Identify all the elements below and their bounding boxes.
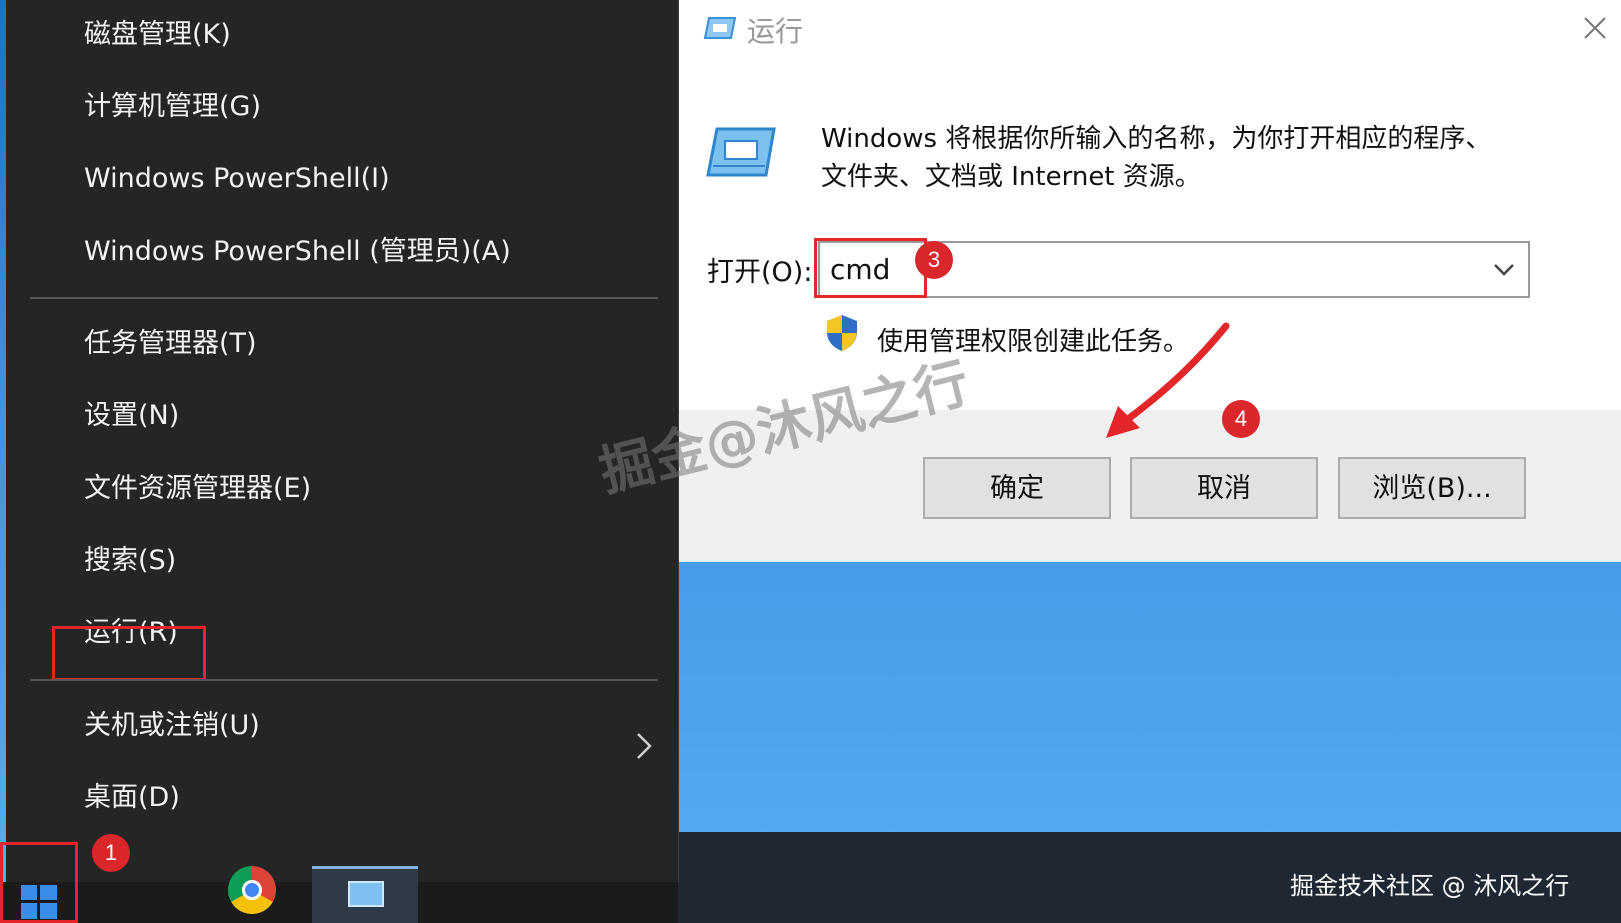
run-highlight-box bbox=[52, 626, 206, 681]
chevron-down-icon[interactable] bbox=[1492, 261, 1516, 277]
menu-separator bbox=[30, 297, 658, 299]
menu-item-label: 搜索(S) bbox=[84, 545, 177, 576]
ok-button[interactable]: 确定 bbox=[923, 457, 1111, 519]
menu-item-label: Windows PowerShell (管理员)(A) bbox=[84, 236, 511, 267]
menu-item-label: Windows PowerShell(I) bbox=[84, 163, 390, 194]
menu-item-desktop[interactable]: 桌面(D) bbox=[6, 768, 678, 828]
step-badge-4: 4 bbox=[1222, 400, 1260, 438]
menu-item-label: 文件资源管理器(E) bbox=[84, 473, 312, 504]
shield-icon bbox=[827, 315, 857, 351]
run-app-icon bbox=[703, 17, 737, 39]
annotation-arrow bbox=[1106, 322, 1230, 438]
menu-item-label: 设置(N) bbox=[84, 400, 180, 431]
menu-item-label: 桌面(D) bbox=[84, 782, 180, 813]
menu-item-computer-management[interactable]: 计算机管理(G) bbox=[6, 77, 678, 137]
menu-item-settings[interactable]: 设置(N) bbox=[6, 386, 678, 446]
dialog-description: Windows 将根据你所输入的名称，为你打开相应的程序、 bbox=[821, 124, 1492, 154]
cmd-highlight-box bbox=[814, 238, 927, 298]
menu-item-file-explorer[interactable]: 文件资源管理器(E) bbox=[6, 459, 678, 519]
menu-item-search[interactable]: 搜索(S) bbox=[6, 531, 678, 591]
chevron-right-icon bbox=[637, 733, 652, 759]
winx-menu: 磁盘管理(K) 计算机管理(G) Windows PowerShell(I) W… bbox=[6, 0, 679, 882]
menu-item-powershell-admin[interactable]: Windows PowerShell (管理员)(A) bbox=[6, 222, 678, 282]
menu-item-disk-management[interactable]: 磁盘管理(K) bbox=[6, 5, 678, 65]
menu-item-powershell[interactable]: Windows PowerShell(I) bbox=[6, 149, 678, 209]
open-label: 打开(O): bbox=[707, 257, 813, 288]
dialog-titlebar: 运行 bbox=[679, 0, 1621, 58]
run-dialog: 运行 Windows 将根据你所输入的名称，为你打开相应的程序、 文件夹、文档或… bbox=[679, 0, 1621, 562]
run-app-icon bbox=[706, 127, 776, 177]
browse-button[interactable]: 浏览(B)... bbox=[1338, 457, 1526, 519]
menu-item-shutdown[interactable]: 关机或注销(U) bbox=[6, 696, 678, 756]
taskbar-run-app[interactable] bbox=[312, 866, 418, 923]
cancel-button[interactable]: 取消 bbox=[1130, 457, 1318, 519]
watermark-corner: 掘金技术社区 @ 沐风之行 bbox=[1290, 872, 1570, 900]
start-button[interactable] bbox=[0, 842, 78, 923]
menu-item-label: 磁盘管理(K) bbox=[84, 19, 231, 50]
dialog-description: 文件夹、文档或 Internet 资源。 bbox=[821, 162, 1201, 192]
windows-start-icon bbox=[21, 885, 57, 919]
close-icon[interactable] bbox=[1577, 10, 1613, 46]
dialog-title: 运行 bbox=[747, 15, 804, 48]
run-app-icon bbox=[348, 881, 384, 907]
step-badge-1: 1 bbox=[92, 834, 130, 872]
chrome-icon[interactable] bbox=[228, 866, 276, 914]
menu-item-label: 关机或注销(U) bbox=[84, 710, 260, 741]
menu-item-label: 任务管理器(T) bbox=[84, 328, 257, 359]
menu-separator bbox=[30, 679, 658, 681]
step-badge-3: 3 bbox=[915, 241, 953, 279]
menu-item-task-manager[interactable]: 任务管理器(T) bbox=[6, 314, 678, 374]
menu-item-label: 计算机管理(G) bbox=[84, 91, 261, 122]
